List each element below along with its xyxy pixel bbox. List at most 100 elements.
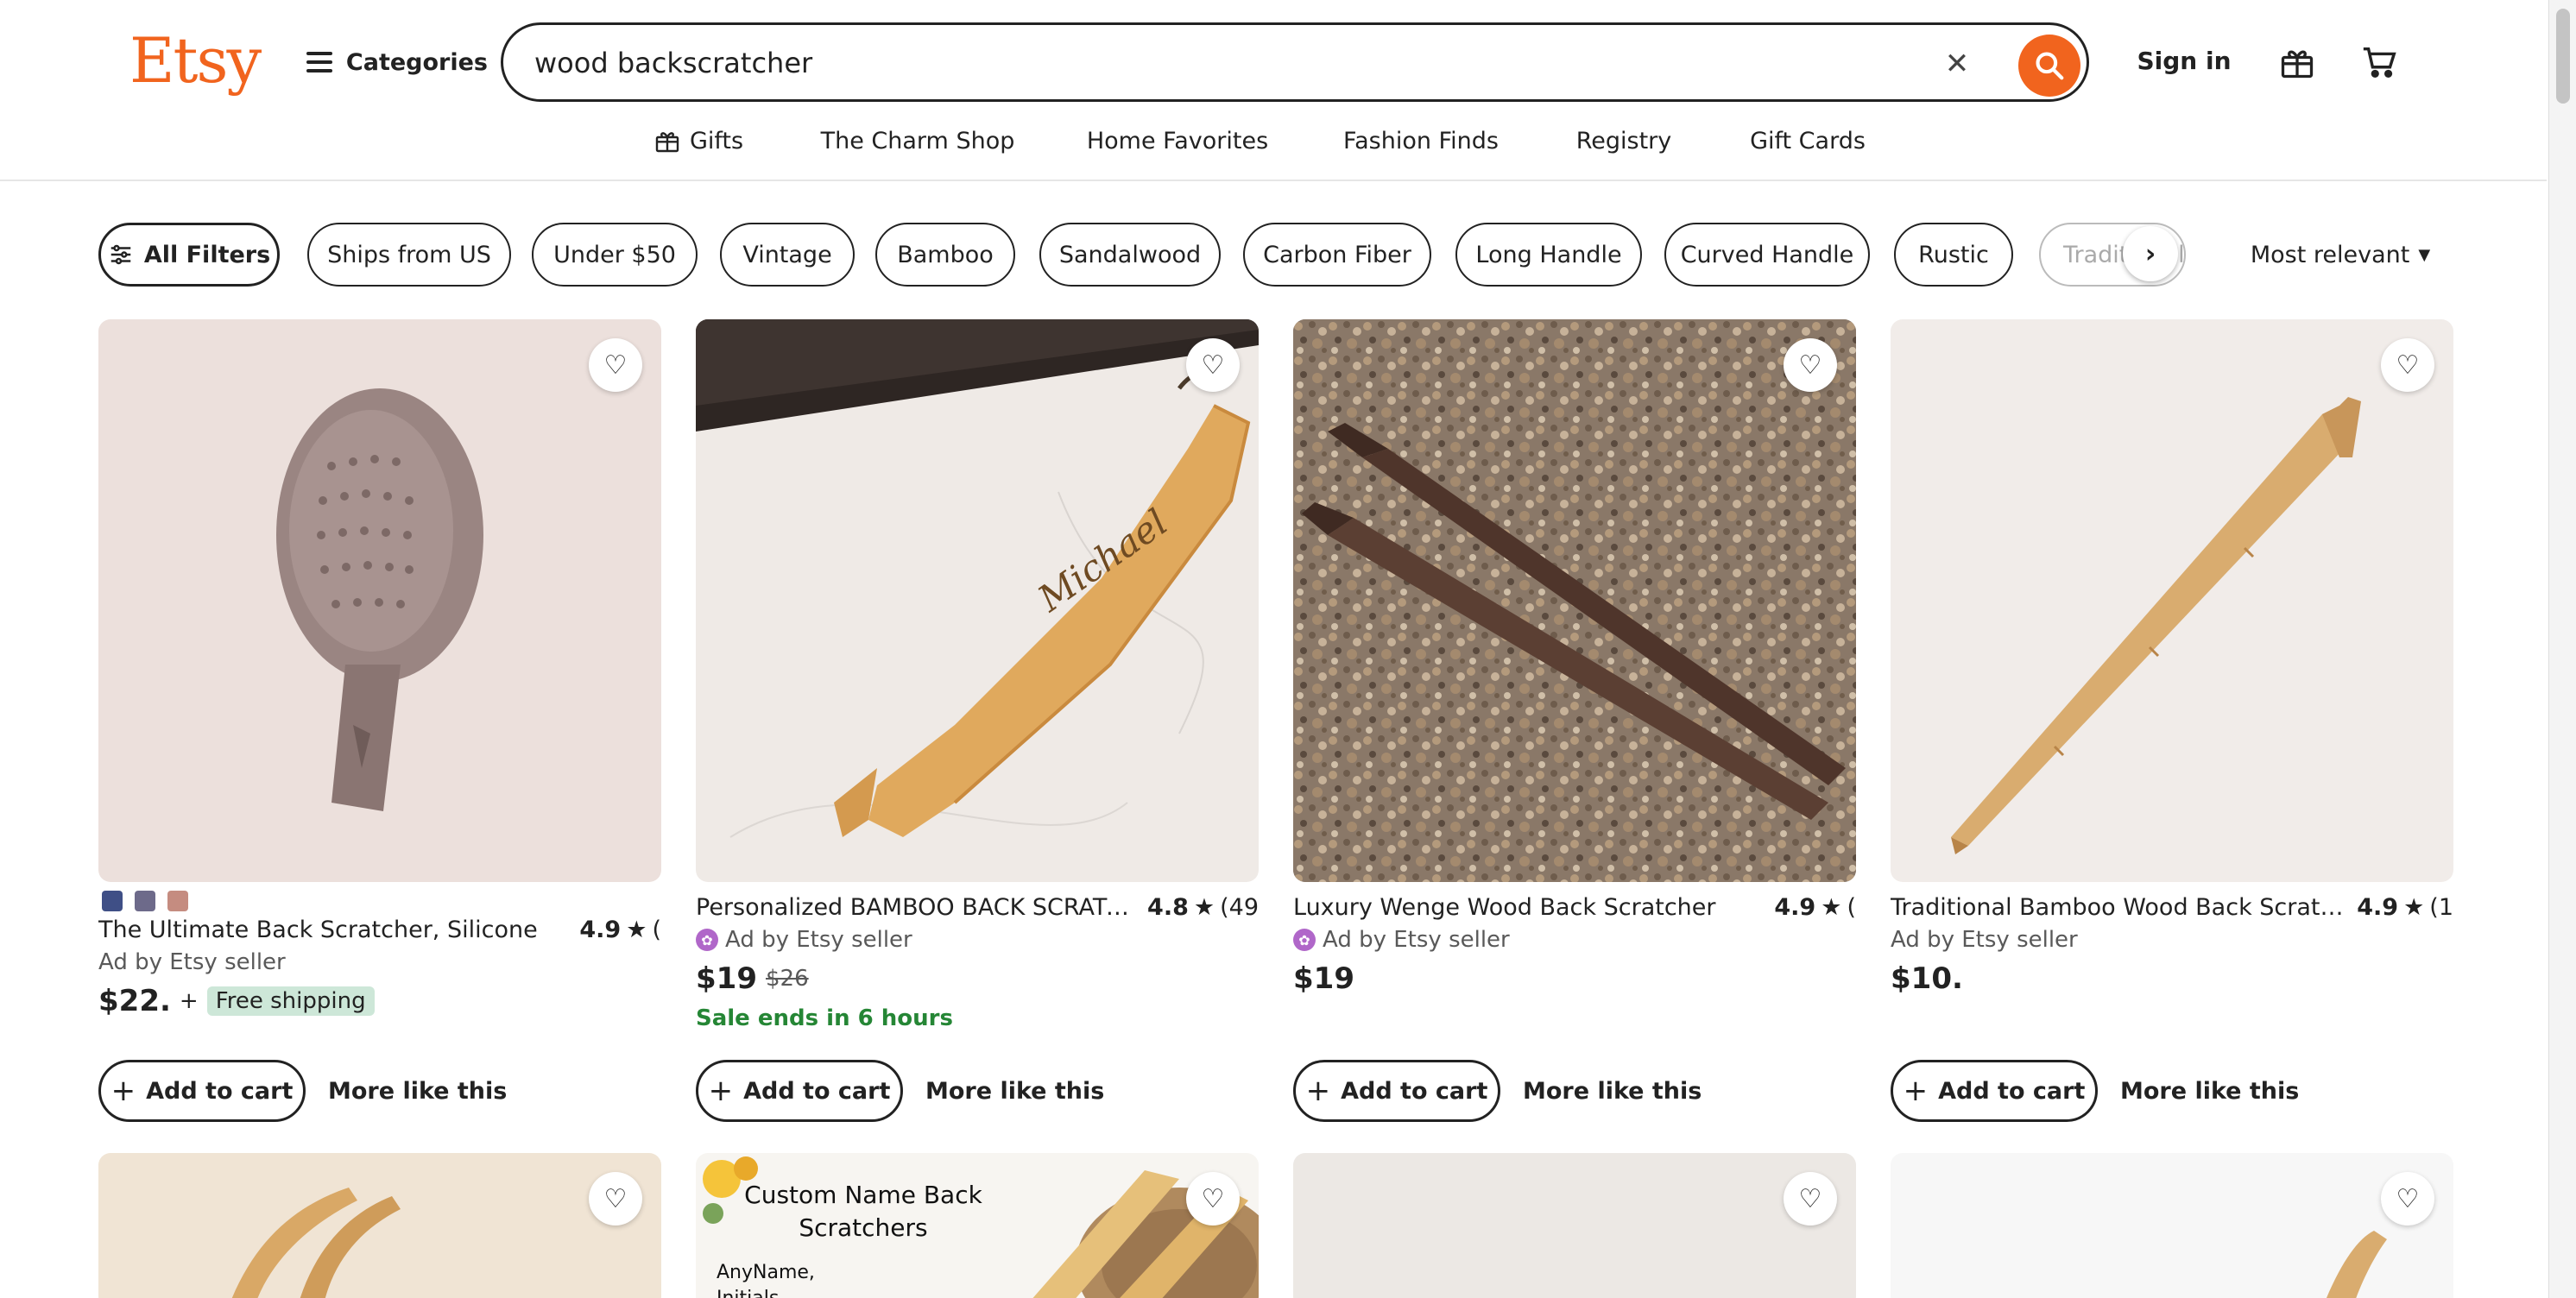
bamboo-scratcher-image: Michael bbox=[696, 319, 1259, 838]
add-to-cart-button[interactable]: + Add to cart bbox=[98, 1060, 306, 1122]
ad-title: Custom Name Back Scratchers bbox=[744, 1181, 982, 1242]
original-price: $26 bbox=[765, 966, 809, 992]
product-title-row: Personalized BAMBOO BACK SCRATCHER 4.8 ★… bbox=[696, 891, 1259, 923]
product-image[interactable]: ♡ bbox=[1891, 319, 2453, 882]
swatch[interactable] bbox=[135, 891, 155, 911]
product-card[interactable]: Custom Name Back Scratchers AnyName, Ini… bbox=[696, 1153, 1259, 1298]
sort-dropdown[interactable]: Most relevant ▼ bbox=[2226, 223, 2455, 287]
chip-long-handle[interactable]: Long Handle bbox=[1455, 223, 1642, 287]
add-to-cart-label: Add to cart bbox=[146, 1077, 294, 1105]
favorite-button[interactable]: ♡ bbox=[2381, 338, 2434, 392]
seller-line[interactable]: ✿ Ad by Etsy seller bbox=[1293, 923, 1856, 956]
chip-ships-from-us[interactable]: Ships from US bbox=[307, 223, 511, 287]
chip-under-50[interactable]: Under $50 bbox=[532, 223, 698, 287]
subnav-gifts[interactable]: Gifts bbox=[628, 110, 768, 171]
plus-icon: + bbox=[1305, 1074, 1331, 1108]
product-title[interactable]: Traditional Bamboo Wood Back Scratcher bbox=[1891, 894, 2348, 921]
heart-icon: ♡ bbox=[1798, 1183, 1822, 1214]
swatch[interactable] bbox=[167, 891, 188, 911]
all-filters-button[interactable]: All Filters bbox=[98, 223, 280, 287]
chip-sandalwood[interactable]: Sandalwood bbox=[1039, 223, 1221, 287]
subnav-registry[interactable]: Registry bbox=[1554, 110, 1694, 171]
product-card[interactable]: ♡ Luxury Wenge Wood Back Scratcher 4.9 ★… bbox=[1293, 319, 1856, 1001]
favorite-button[interactable]: ♡ bbox=[589, 338, 642, 392]
star-icon: ★ bbox=[626, 916, 647, 943]
more-like-this-link[interactable]: More like this bbox=[2120, 1078, 2299, 1105]
search-input[interactable] bbox=[534, 37, 1916, 89]
subnav-home-favorites[interactable]: Home Favorites bbox=[1067, 110, 1288, 171]
product-image[interactable]: ♡ bbox=[98, 319, 661, 882]
product-card[interactable]: ♡ bbox=[98, 1153, 661, 1298]
page-scrollbar[interactable] bbox=[2548, 0, 2576, 1298]
seller-line[interactable]: Ad by Etsy seller bbox=[98, 946, 661, 979]
ad-subtext: AnyName, Initials bbox=[717, 1260, 815, 1298]
product-image bbox=[231, 1188, 401, 1298]
subnav-charm-shop[interactable]: The Charm Shop bbox=[801, 110, 1034, 171]
categories-button[interactable]: Categories bbox=[281, 33, 488, 91]
product-title[interactable]: Personalized BAMBOO BACK SCRATCHER bbox=[696, 894, 1139, 921]
chip-vintage[interactable]: Vintage bbox=[720, 223, 855, 287]
product-card[interactable]: ♡ Traditional Bamboo Wood Back Scratcher… bbox=[1891, 319, 2453, 1001]
seller-line[interactable]: Ad by Etsy seller bbox=[1891, 923, 2453, 956]
review-count: (49 bbox=[1220, 893, 1259, 921]
filter-bar: All Filters Ships from US Under $50 Vint… bbox=[98, 223, 2455, 288]
search-button[interactable] bbox=[2018, 35, 2080, 97]
search-bar: ✕ bbox=[501, 22, 2089, 102]
chip-carbon-fiber[interactable]: Carbon Fiber bbox=[1243, 223, 1431, 287]
subnav-fashion-finds[interactable]: Fashion Finds bbox=[1321, 110, 1521, 171]
add-to-cart-button[interactable]: + Add to cart bbox=[1891, 1060, 2098, 1122]
product-title[interactable]: The Ultimate Back Scratcher, Silicone bbox=[98, 917, 571, 943]
sort-label: Most relevant bbox=[2250, 241, 2410, 268]
favorite-button[interactable]: ♡ bbox=[1186, 1172, 1240, 1226]
product-image[interactable]: ♡ bbox=[1293, 319, 1856, 882]
cart-button[interactable] bbox=[2342, 24, 2418, 100]
star-icon: ★ bbox=[1821, 893, 1842, 921]
gift-button[interactable] bbox=[2259, 24, 2335, 100]
favorite-button[interactable]: ♡ bbox=[589, 1172, 642, 1226]
ad-subtext-line: Initials bbox=[717, 1286, 815, 1298]
product-title[interactable]: Luxury Wenge Wood Back Scratcher bbox=[1293, 894, 1765, 921]
heart-icon: ♡ bbox=[1201, 1183, 1225, 1214]
chip-curved-handle[interactable]: Curved Handle bbox=[1664, 223, 1870, 287]
favorite-button[interactable]: ♡ bbox=[2381, 1172, 2434, 1226]
product-card[interactable]: ♡ bbox=[1891, 1153, 2453, 1298]
rating: 4.9 ★ ( bbox=[1765, 894, 1856, 921]
site-header: Etsy Categories ✕ Sign in bbox=[0, 0, 2547, 181]
more-like-this-link[interactable]: More like this bbox=[1523, 1078, 1702, 1105]
subnav-gift-cards[interactable]: Gift Cards bbox=[1727, 110, 1889, 171]
product-title-row: Luxury Wenge Wood Back Scratcher 4.9 ★ ( bbox=[1293, 891, 1856, 923]
caret-down-icon: ▼ bbox=[2418, 245, 2431, 264]
more-like-this-link[interactable]: More like this bbox=[328, 1078, 507, 1105]
heart-icon: ♡ bbox=[603, 350, 628, 381]
price: $19 bbox=[1293, 961, 1354, 996]
more-like-this-link[interactable]: More like this bbox=[925, 1078, 1104, 1105]
product-card[interactable]: Michael ♡ Personalized BAMBOO BACK SCRAT… bbox=[696, 319, 1259, 1036]
add-to-cart-button[interactable]: + Add to cart bbox=[696, 1060, 903, 1122]
product-card[interactable]: ♡ bbox=[1293, 1153, 1856, 1298]
favorite-button[interactable]: ♡ bbox=[1784, 1172, 1837, 1226]
favorite-button[interactable]: ♡ bbox=[1186, 338, 1240, 392]
swatch[interactable] bbox=[102, 891, 123, 911]
add-to-cart-button[interactable]: + Add to cart bbox=[1293, 1060, 1500, 1122]
product-image bbox=[2326, 1231, 2387, 1298]
product-image[interactable]: Michael ♡ bbox=[696, 319, 1259, 882]
favorite-button[interactable]: ♡ bbox=[1784, 338, 1837, 392]
sign-in-button[interactable]: Sign in bbox=[2119, 31, 2249, 90]
categories-label: Categories bbox=[345, 48, 488, 76]
seller-line[interactable]: ✿ Ad by Etsy seller bbox=[696, 923, 1259, 956]
heart-icon: ♡ bbox=[603, 1183, 628, 1214]
scrollbar-thumb[interactable] bbox=[2556, 9, 2570, 104]
product-card[interactable]: ♡ The Ultimate Back Scratcher, Silicone … bbox=[98, 319, 661, 1024]
price: $19 bbox=[696, 961, 757, 996]
card-actions: + Add to cart More like this bbox=[696, 1060, 1104, 1122]
filters-next-button[interactable]: › bbox=[2123, 226, 2178, 281]
plus-sign: + bbox=[179, 988, 199, 1014]
chip-rustic[interactable]: Rustic bbox=[1894, 223, 2013, 287]
plus-icon: + bbox=[1903, 1074, 1929, 1108]
price: $22. bbox=[98, 984, 171, 1018]
chip-bamboo[interactable]: Bamboo bbox=[875, 223, 1015, 287]
chevron-right-icon: › bbox=[2144, 238, 2156, 269]
clear-search-button[interactable]: ✕ bbox=[1932, 39, 1982, 89]
etsy-logo[interactable]: Etsy bbox=[129, 24, 262, 97]
heart-icon: ♡ bbox=[2396, 350, 2420, 381]
